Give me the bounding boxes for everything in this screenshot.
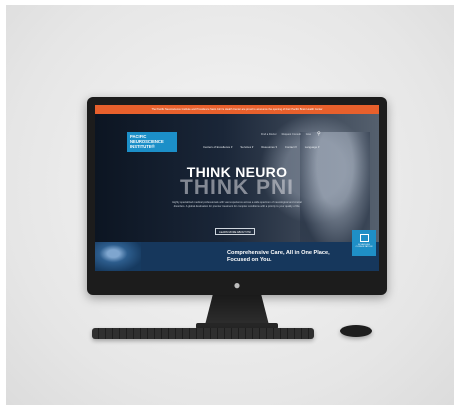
mouse xyxy=(340,325,372,337)
surgeon-photo xyxy=(95,242,141,271)
find-doctor-link[interactable]: Find a Doctor xyxy=(261,133,277,136)
apple-logo-icon: ● xyxy=(233,278,241,292)
nav-centers[interactable]: Centers of Excellence xyxy=(203,145,232,149)
learn-more-button[interactable]: LEARN MORE ABOUT PNI xyxy=(215,228,255,235)
main-nav: Centers of Excellence Services Resources… xyxy=(203,145,319,149)
hero-tagline: Highly specialized medical professionals… xyxy=(172,201,302,208)
care-band: Comprehensive Care, All in One Place, Fo… xyxy=(95,230,379,271)
request-consult-link[interactable]: Request Consult xyxy=(282,133,301,136)
monitor-stand xyxy=(205,295,269,325)
hero-section: PACIFIC NEUROSCIENCE INSTITUTE® Find a D… xyxy=(95,114,379,242)
logo-line-3: INSTITUTE® xyxy=(130,144,155,149)
nav-contact[interactable]: Contact xyxy=(285,145,297,149)
search-icon[interactable]: ⚲ xyxy=(317,131,321,137)
headline-think-pni: THINK PNI xyxy=(180,176,294,199)
nav-services[interactable]: Services xyxy=(240,145,253,149)
imac-monitor: The Pacific Neuroscience Institute and P… xyxy=(87,97,387,295)
schedule-consultation-button[interactable]: SCHEDULE CONSULTATION xyxy=(352,230,376,256)
pni-logo[interactable]: PACIFIC NEUROSCIENCE INSTITUTE® xyxy=(127,132,177,152)
calendar-icon xyxy=(359,234,369,242)
nav-resources[interactable]: Resources xyxy=(261,145,277,149)
give-link[interactable]: Give xyxy=(306,133,311,136)
care-band-text: Comprehensive Care, All in One Place, Fo… xyxy=(227,250,330,263)
keyboard xyxy=(92,328,314,339)
top-links: Find a Doctor Request Consult Give xyxy=(261,133,311,136)
alert-bar[interactable]: The Pacific Neuroscience Institute and P… xyxy=(95,105,379,114)
nav-language[interactable]: Language xyxy=(305,145,320,149)
website-screen: The Pacific Neuroscience Institute and P… xyxy=(95,105,379,271)
schedule-label: SCHEDULE CONSULTATION xyxy=(355,244,373,248)
